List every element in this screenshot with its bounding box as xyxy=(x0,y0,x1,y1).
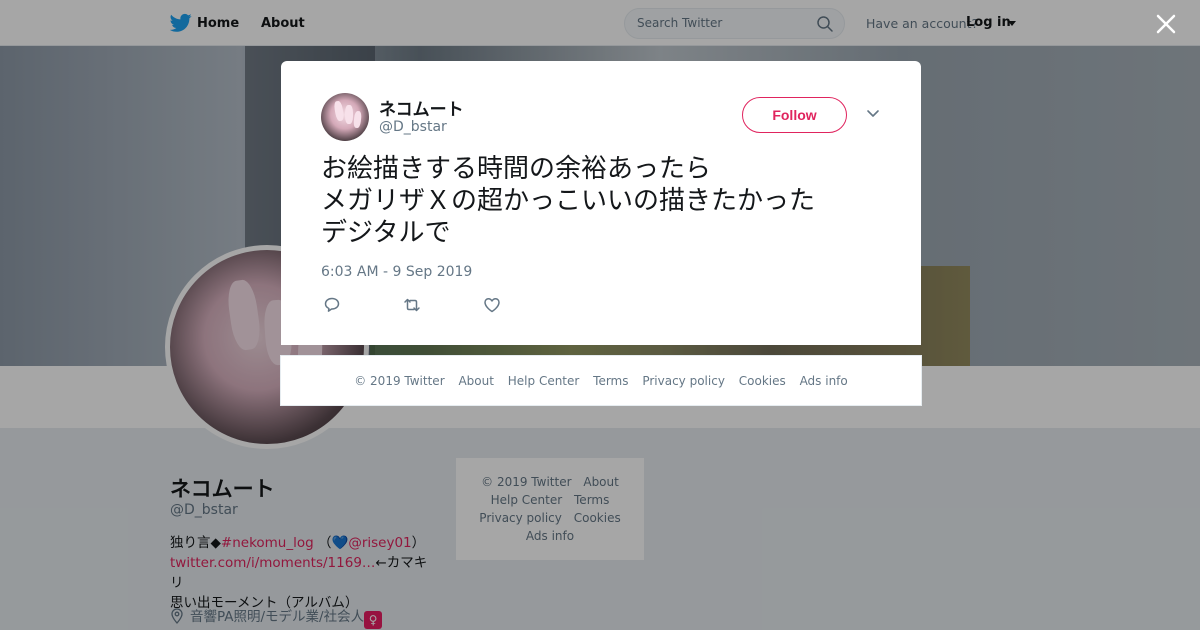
tweet-modal: ネコムート @D_bstar Follow お絵描きする時間の余裕あったら メガ… xyxy=(281,61,921,345)
chevron-down-icon[interactable] xyxy=(866,109,880,119)
tweet-text-line: お絵描きする時間の余裕あったら xyxy=(321,154,712,184)
tweet-author-avatar[interactable] xyxy=(321,93,369,141)
modal-footer: © 2019 Twitter About Help Center Terms P… xyxy=(280,355,922,406)
reply-icon[interactable] xyxy=(322,295,342,315)
footer-help-link[interactable]: Help Center xyxy=(508,374,580,388)
footer-about-link[interactable]: About xyxy=(458,374,493,388)
tweet-author-name[interactable]: ネコムート xyxy=(379,95,464,120)
tweet-text: お絵描きする時間の余裕あったら メガリザＸの超かっこいいの描きたかった デジタル… xyxy=(321,153,891,249)
footer-cookies-link[interactable]: Cookies xyxy=(739,374,786,388)
avatar-detail xyxy=(333,100,345,122)
avatar-detail xyxy=(353,110,362,129)
footer-terms-link[interactable]: Terms xyxy=(593,374,628,388)
tweet-author-handle[interactable]: @D_bstar xyxy=(379,119,447,135)
footer-ads-link[interactable]: Ads info xyxy=(800,374,848,388)
footer-privacy-link[interactable]: Privacy policy xyxy=(642,374,725,388)
footer-copyright: © 2019 Twitter xyxy=(354,374,445,388)
avatar-detail xyxy=(345,105,353,124)
tweet-timestamp[interactable]: 6:03 AM - 9 Sep 2019 xyxy=(321,264,472,280)
tweet-text-line: メガリザＸの超かっこいいの描きたかった xyxy=(321,186,816,216)
follow-button[interactable]: Follow xyxy=(742,97,847,133)
retweet-icon[interactable] xyxy=(402,295,422,315)
like-heart-icon[interactable] xyxy=(482,295,502,315)
close-icon[interactable] xyxy=(1153,11,1179,37)
tweet-text-line: デジタルで xyxy=(321,218,451,248)
